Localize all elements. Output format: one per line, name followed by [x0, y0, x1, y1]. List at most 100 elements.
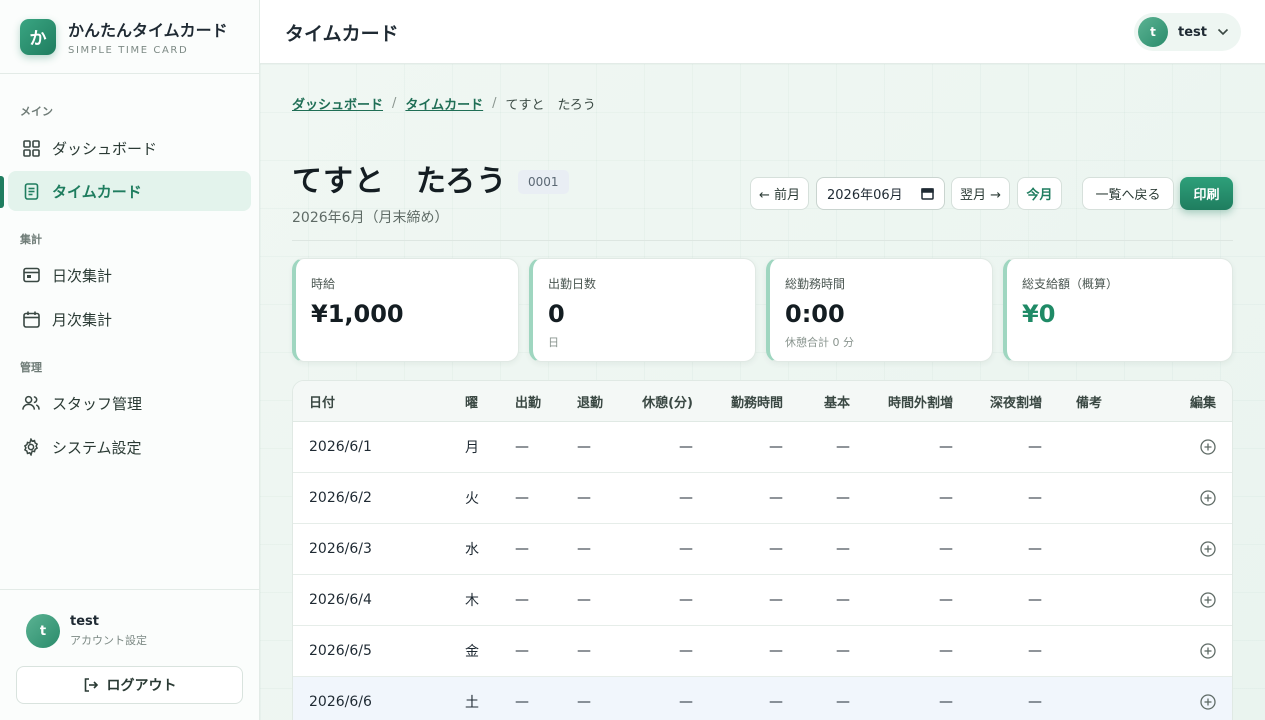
cell-night: — — [1028, 439, 1042, 455]
column-header-weekday: 曜 — [465, 395, 479, 411]
logout-button[interactable]: ログアウト — [16, 666, 243, 704]
sidebar-item-settings[interactable]: システム設定 — [8, 427, 251, 467]
topbar: タイムカード t test — [260, 0, 1265, 64]
cell-night: — — [1028, 490, 1042, 506]
logout-label: ログアウト — [106, 678, 177, 694]
cell-date: 2026/6/2 — [309, 490, 372, 506]
brand[interactable]: か かんたんタイムカード SIMPLE TIME CARD — [0, 0, 259, 74]
sidebar-item-label: タイムカード — [52, 182, 142, 201]
add-entry-button[interactable] — [1200, 575, 1216, 625]
card-label: 出勤日数 — [548, 277, 597, 291]
brand-subtitle: SIMPLE TIME CARD — [68, 45, 189, 56]
cell-out: — — [577, 439, 591, 455]
cell-date: 2026/6/6 — [309, 694, 372, 710]
column-header-edit: 編集 — [1189, 395, 1216, 411]
page-header-title: タイムカード — [285, 23, 399, 45]
cell-dow: 水 — [465, 542, 479, 558]
plus-circle-icon — [1200, 541, 1216, 557]
chevron-down-icon — [1217, 28, 1229, 36]
column-header-date: 日付 — [309, 395, 336, 411]
sidebar-item-label: 月次集計 — [52, 310, 113, 329]
add-entry-button[interactable] — [1200, 473, 1216, 523]
table-row: 2026/6/1 月 — — — — — — — — [293, 422, 1232, 473]
add-entry-button[interactable] — [1200, 626, 1216, 676]
add-entry-button[interactable] — [1200, 677, 1216, 720]
column-header-clock-in: 出勤 — [515, 395, 542, 411]
grid-icon — [22, 139, 40, 157]
nav-section-summary: 集計 — [20, 233, 42, 246]
cell-night: — — [1028, 643, 1042, 659]
cell-work: — — [769, 439, 783, 455]
month-input-value: 2026年06月 — [827, 188, 903, 203]
sidebar-item-label: ダッシュボード — [52, 139, 158, 158]
sidebar-item-staff[interactable]: スタッフ管理 — [8, 383, 251, 423]
card-value: 0:00 — [785, 300, 845, 328]
gear-icon — [22, 438, 40, 456]
brand-title: かんたんタイムカード — [68, 21, 228, 40]
cell-dow: 月 — [465, 440, 479, 456]
timecard-table: 日付 曜 出勤 退勤 休憩(分) 勤務時間 基本 時間外割増 深夜割増 備考 編… — [292, 380, 1233, 720]
this-month-button[interactable]: 今月 — [1017, 177, 1062, 210]
active-indicator — [0, 176, 4, 208]
sidebar-footer: t test アカウント設定 ログアウト — [0, 589, 259, 720]
cell-date: 2026/6/1 — [309, 439, 372, 455]
column-header-notes: 備考 — [1076, 395, 1103, 411]
sidebar-item-timecard[interactable]: タイムカード — [8, 171, 251, 211]
card-label: 総勤務時間 — [785, 277, 846, 291]
plus-circle-icon — [1200, 643, 1216, 659]
cell-dow: 木 — [465, 593, 479, 609]
sidebar-item-monthly-summary[interactable]: 月次集計 — [8, 299, 251, 339]
user-menu[interactable]: t test — [1134, 13, 1241, 51]
cell-ot: — — [939, 694, 953, 710]
cell-brk: — — [679, 694, 693, 710]
nav-section-main: メイン — [20, 105, 53, 118]
avatar: t — [1138, 17, 1169, 47]
cell-night: — — [1028, 592, 1042, 608]
users-icon — [22, 394, 40, 412]
breadcrumb-current: てすと たろう — [505, 98, 596, 113]
cell-ot: — — [939, 592, 953, 608]
account-settings[interactable]: t test アカウント設定 — [26, 614, 147, 648]
total-pay-card: 総支給額（概算） ¥0 — [1003, 258, 1233, 362]
column-header-overtime: 時間外割増 — [887, 395, 953, 411]
cell-date: 2026/6/3 — [309, 541, 372, 557]
cell-out: — — [577, 490, 591, 506]
prev-month-button[interactable]: ← 前月 — [750, 177, 809, 210]
nav-section-admin: 管理 — [20, 361, 42, 374]
cell-ot: — — [939, 643, 953, 659]
print-button[interactable]: 印刷 — [1180, 177, 1233, 210]
cell-out: — — [577, 694, 591, 710]
month-input[interactable]: 2026年06月 — [816, 177, 945, 210]
add-entry-button[interactable] — [1200, 524, 1216, 574]
sidebar-item-dashboard[interactable]: ダッシュボード — [8, 128, 251, 168]
work-days-card: 出勤日数 0 日 — [529, 258, 756, 362]
cell-dow: 土 — [465, 695, 479, 711]
card-sub: 日 — [548, 336, 559, 349]
back-to-list-button[interactable]: 一覧へ戻る — [1082, 177, 1174, 210]
column-header-clock-out: 退勤 — [577, 395, 604, 411]
breadcrumb-timecard[interactable]: タイムカード — [405, 94, 483, 113]
next-month-button[interactable]: 翌月 → — [951, 177, 1010, 210]
page-title: てすと たろう — [292, 164, 508, 199]
calendar-icon[interactable] — [921, 187, 934, 200]
table-row: 2026/6/5 金 — — — — — — — — [293, 626, 1232, 677]
cell-brk: — — [679, 439, 693, 455]
add-entry-button[interactable] — [1200, 422, 1216, 472]
cell-work: — — [769, 592, 783, 608]
sidebar-item-daily-summary[interactable]: 日次集計 — [8, 255, 251, 295]
brand-logo: か — [20, 18, 56, 55]
card-value: ¥0 — [1022, 300, 1056, 328]
footer-user-name: test — [70, 614, 99, 629]
cell-base: — — [836, 541, 850, 557]
cell-base: — — [836, 490, 850, 506]
cell-base: — — [836, 643, 850, 659]
table-row: 2026/6/4 木 — — — — — — — — [293, 575, 1232, 626]
cell-in: — — [515, 439, 529, 455]
cell-out: — — [577, 643, 591, 659]
document-icon — [22, 182, 40, 200]
breadcrumb-separator: / — [392, 96, 397, 111]
plus-circle-icon — [1200, 439, 1216, 455]
avatar: t — [26, 614, 60, 648]
cell-out: — — [577, 592, 591, 608]
breadcrumb-dashboard[interactable]: ダッシュボード — [292, 94, 383, 113]
